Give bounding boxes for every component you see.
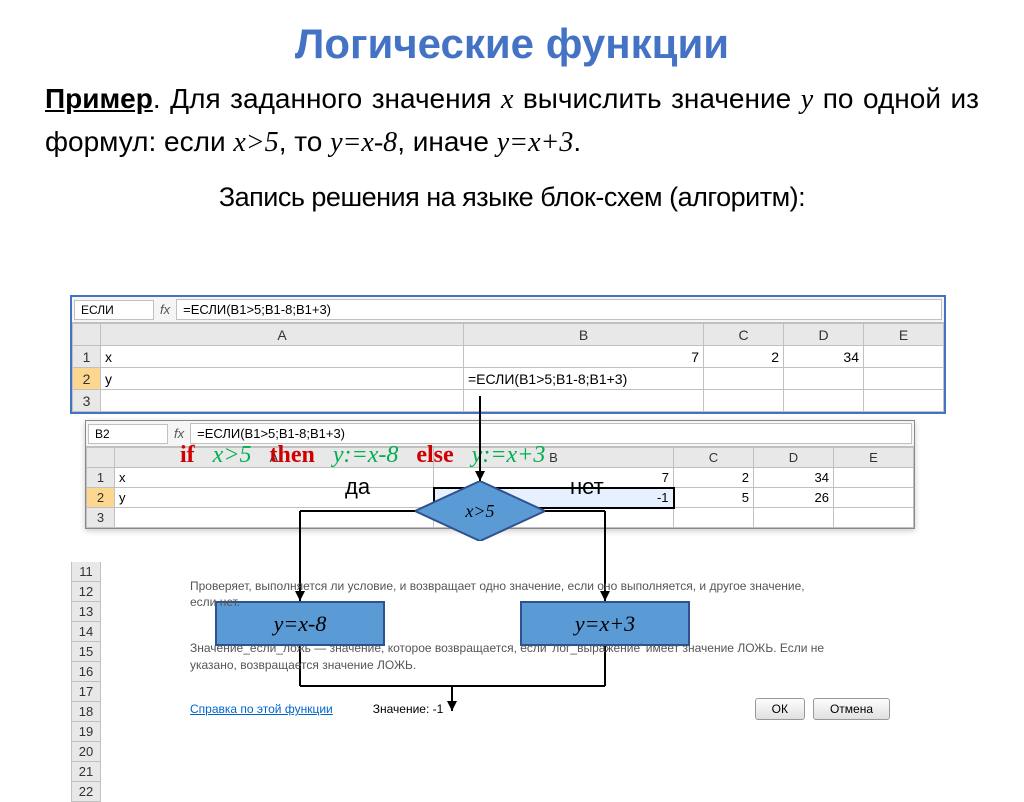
- corner[interactable]: [73, 324, 101, 346]
- row-2[interactable]: 2: [73, 368, 101, 390]
- example-label: Пример: [45, 83, 153, 114]
- cell2-A3[interactable]: [115, 508, 434, 528]
- var-x: x: [501, 84, 513, 115]
- algorithm-code: if x>5 then y:=x-8 else y:=x+3: [180, 442, 545, 469]
- cell-D2[interactable]: [784, 368, 864, 390]
- cell2-A1[interactable]: x: [115, 468, 434, 488]
- decision-label: x>5: [415, 481, 545, 541]
- cell-C2[interactable]: [704, 368, 784, 390]
- spreadsheet-1: ЕСЛИ fx =ЕСЛИ(B1>5;B1-8;B1+3) A B C D E …: [70, 295, 946, 414]
- code-cond: x>5: [213, 442, 252, 468]
- cancel-button[interactable]: Отмена: [813, 698, 890, 720]
- r18[interactable]: 18: [71, 702, 101, 722]
- col2-E[interactable]: E: [834, 448, 914, 468]
- row2-1[interactable]: 1: [87, 468, 115, 488]
- cell2-E3[interactable]: [834, 508, 914, 528]
- corner-2[interactable]: [87, 448, 115, 468]
- cell2-A2[interactable]: y: [115, 488, 434, 508]
- cell2-E2[interactable]: [834, 488, 914, 508]
- page-title: Логические функции: [0, 0, 1024, 78]
- row2-2[interactable]: 2: [87, 488, 115, 508]
- help-line-2: Значение_если_ложь — значение, которое в…: [190, 640, 830, 672]
- decision-node: x>5: [415, 481, 545, 541]
- code-else: y:=x+3: [472, 442, 546, 468]
- fx-icon-2[interactable]: fx: [174, 426, 184, 441]
- cell-B3[interactable]: [464, 390, 704, 412]
- r13[interactable]: 13: [71, 602, 101, 622]
- cell2-E1[interactable]: [834, 468, 914, 488]
- r19[interactable]: 19: [71, 722, 101, 742]
- row-3[interactable]: 3: [73, 390, 101, 412]
- cell-B2[interactable]: =ЕСЛИ(B1>5;B1-8;B1+3): [464, 368, 704, 390]
- name-box-2[interactable]: B2: [88, 424, 168, 444]
- value-label: Значение: -1: [373, 702, 444, 716]
- cell-E3[interactable]: [864, 390, 944, 412]
- cell-A2[interactable]: y: [101, 368, 464, 390]
- r15[interactable]: 15: [71, 642, 101, 662]
- r22[interactable]: 22: [71, 782, 101, 802]
- row-numbers-tail: 11 12 13 14 15 16 17 18 19 20 21 22: [71, 562, 101, 802]
- dialog-footer: Справка по этой функции Значение: -1 ОК …: [190, 698, 890, 720]
- cell-D3[interactable]: [784, 390, 864, 412]
- formula-input[interactable]: =ЕСЛИ(B1>5;B1-8;B1+3): [176, 299, 942, 320]
- ok-button[interactable]: ОК: [755, 698, 805, 720]
- cell2-C3[interactable]: [674, 508, 754, 528]
- col-E[interactable]: E: [864, 324, 944, 346]
- cell-A3[interactable]: [101, 390, 464, 412]
- subtitle-overlapped: Запись решения на языке блок-схем (алгор…: [0, 182, 1024, 213]
- col-A[interactable]: A: [101, 324, 464, 346]
- cell-B1[interactable]: 7: [464, 346, 704, 368]
- example-paragraph: Пример. Для заданного значения x вычисли…: [0, 78, 1024, 164]
- col-B[interactable]: B: [464, 324, 704, 346]
- cond: x>5: [233, 127, 278, 158]
- formula-bar: ЕСЛИ fx =ЕСЛИ(B1>5;B1-8;B1+3): [72, 297, 944, 323]
- r21[interactable]: 21: [71, 762, 101, 782]
- kw-if: if: [180, 442, 195, 468]
- cell2-C2[interactable]: 5: [674, 488, 754, 508]
- t6: .: [573, 126, 581, 157]
- col-D[interactable]: D: [784, 324, 864, 346]
- r12[interactable]: 12: [71, 582, 101, 602]
- t5: , иначе: [397, 126, 497, 157]
- col2-C[interactable]: C: [674, 448, 754, 468]
- t4: , то: [279, 126, 330, 157]
- kw-then: then: [270, 442, 315, 468]
- formula-input-2[interactable]: =ЕСЛИ(B1>5;B1-8;B1+3): [190, 423, 912, 444]
- cell-E1[interactable]: [864, 346, 944, 368]
- col2-D[interactable]: D: [754, 448, 834, 468]
- row2-3[interactable]: 3: [87, 508, 115, 528]
- code-then: y:=x-8: [333, 442, 398, 468]
- help-text: Проверяет, выполняется ли условие, и воз…: [190, 578, 830, 673]
- cell-D1[interactable]: 34: [784, 346, 864, 368]
- name-box[interactable]: ЕСЛИ: [74, 300, 154, 320]
- cell-E2[interactable]: [864, 368, 944, 390]
- else-expr: y=x+3: [497, 127, 574, 158]
- cell2-D2[interactable]: 26: [754, 488, 834, 508]
- cell-C1[interactable]: 2: [704, 346, 784, 368]
- r14[interactable]: 14: [71, 622, 101, 642]
- cell2-C1[interactable]: 2: [674, 468, 754, 488]
- row-1[interactable]: 1: [73, 346, 101, 368]
- r11[interactable]: 11: [71, 562, 101, 582]
- help-line-1: Проверяет, выполняется ли условие, и воз…: [190, 578, 830, 610]
- t2: вычислить значение: [513, 83, 800, 114]
- r17[interactable]: 17: [71, 682, 101, 702]
- fx-icon[interactable]: fx: [160, 302, 170, 317]
- r16[interactable]: 16: [71, 662, 101, 682]
- var-y: y: [801, 84, 813, 115]
- t1: . Для заданного значения: [153, 83, 501, 114]
- then-expr: y=x-8: [330, 127, 397, 158]
- help-link[interactable]: Справка по этой функции: [190, 702, 333, 716]
- cell2-D3[interactable]: [754, 508, 834, 528]
- r20[interactable]: 20: [71, 742, 101, 762]
- cell2-D1[interactable]: 34: [754, 468, 834, 488]
- grid-1[interactable]: A B C D E 1 x 7 2 34 2 y =ЕСЛИ(B1>5;B1-8…: [72, 323, 944, 412]
- cell-C3[interactable]: [704, 390, 784, 412]
- kw-else: else: [416, 442, 453, 468]
- col-C[interactable]: C: [704, 324, 784, 346]
- cell-A1[interactable]: x: [101, 346, 464, 368]
